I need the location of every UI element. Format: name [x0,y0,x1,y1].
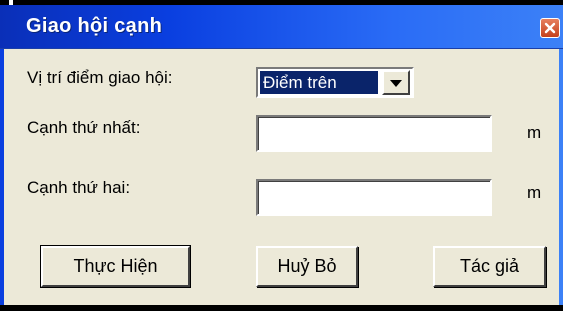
position-selected-value: Điểm trên [260,71,378,94]
dialog-window: Giao hội cạnh Vị trí điểm giao hội: Điểm… [0,0,563,311]
close-button[interactable] [540,18,560,38]
side1-label: Cạnh thứ nhất: [27,118,141,137]
window-frame-left [0,49,4,311]
cancel-button[interactable]: Huỷ Bỏ [256,246,358,287]
window-frame-right [559,49,563,311]
window-title: Giao hội cạnh [26,15,163,37]
side1-unit: m [527,123,542,142]
side2-input[interactable] [256,179,492,216]
side2-label: Cạnh thứ hai: [27,178,131,197]
position-select[interactable]: Điểm trên [256,67,414,98]
close-icon [544,22,556,34]
chevron-down-icon [390,80,402,87]
title-bar[interactable]: Giao hội cạnh [0,5,563,49]
position-label: Vị trí điểm giao hội: [27,68,173,87]
side2-unit: m [527,183,542,202]
author-button[interactable]: Tác giả [433,246,546,287]
bottom-edge [0,305,563,311]
execute-button[interactable]: Thực Hiện [40,245,191,288]
side1-input[interactable] [256,115,492,152]
dropdown-button[interactable] [382,70,410,95]
